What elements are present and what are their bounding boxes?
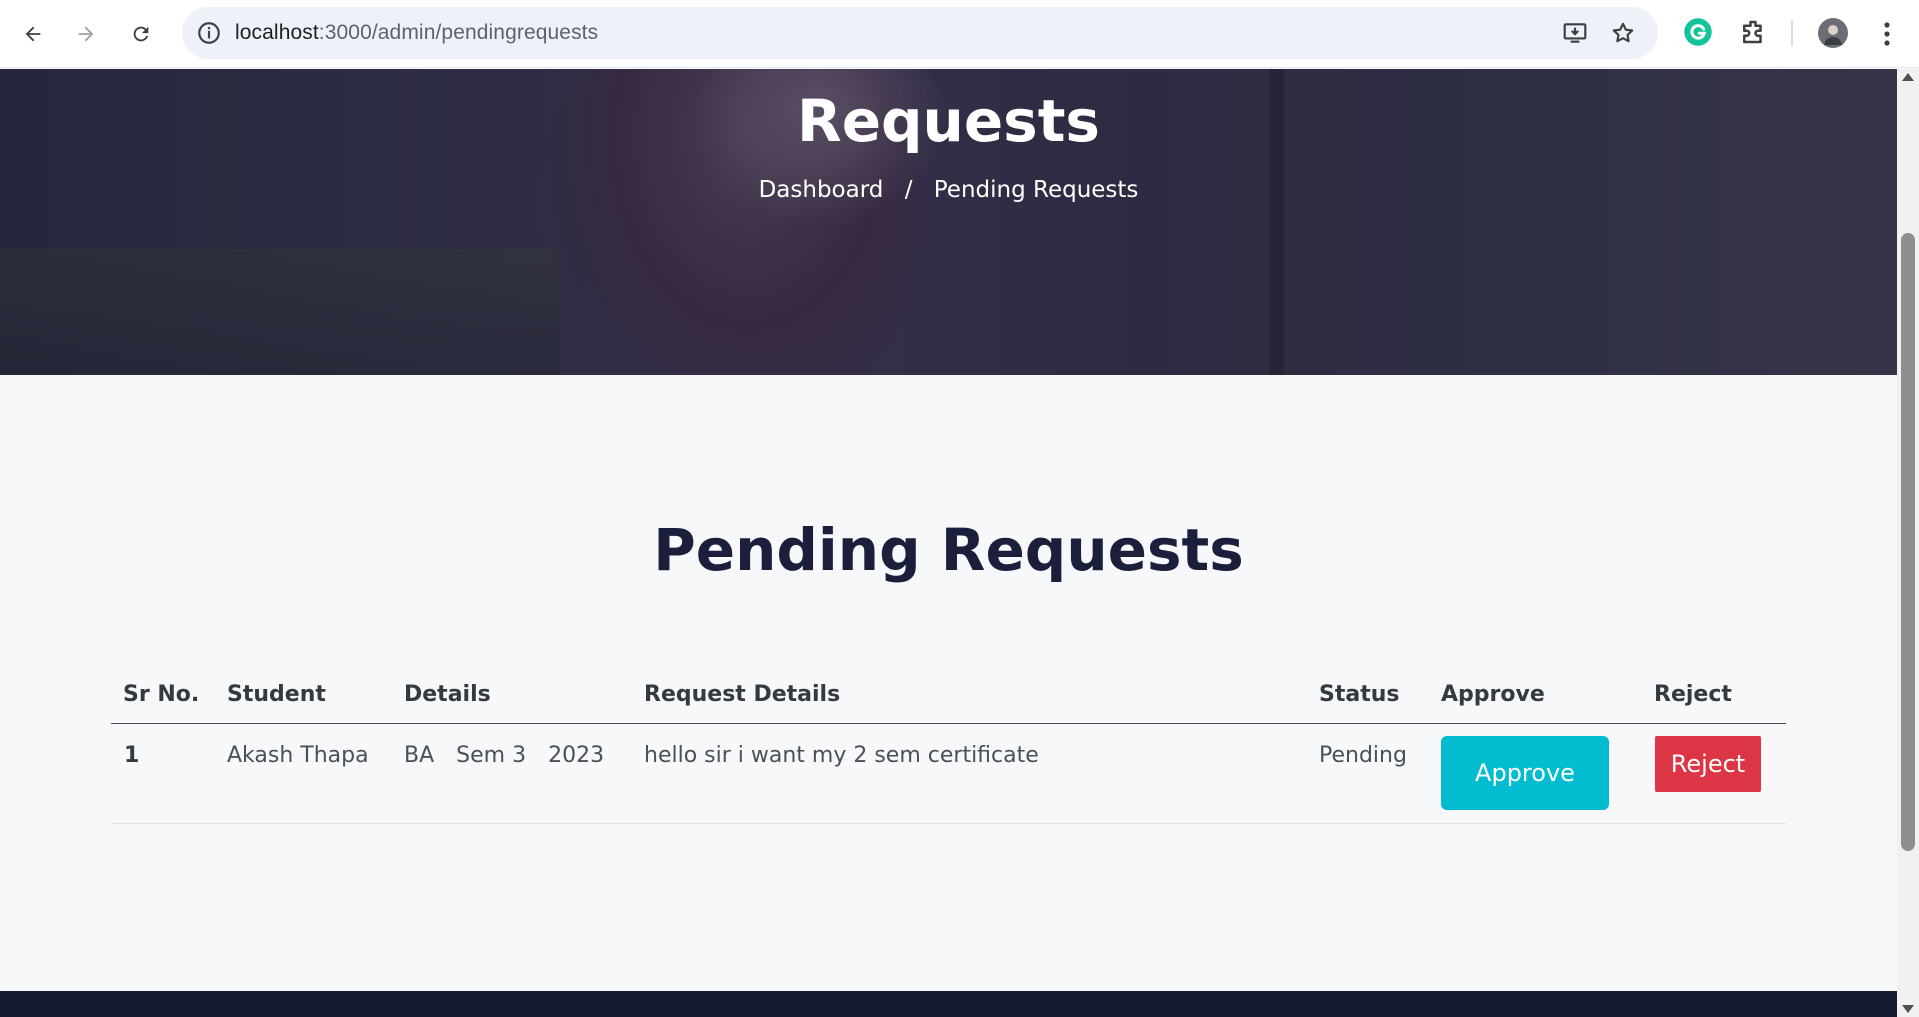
- menu-kebab-icon[interactable]: [1876, 19, 1898, 49]
- page-title: Pending Requests: [653, 516, 1244, 584]
- row-sr-no: 1: [124, 743, 140, 768]
- table-header: Sr No. Student Details Request Details S…: [111, 672, 1786, 724]
- browser-toolbar: localhost:3000/admin/pendingrequests: [0, 0, 1919, 68]
- header-reject: Reject: [1654, 682, 1732, 707]
- row-details-semester: Sem 3: [456, 743, 527, 768]
- breadcrumb-current: Pending Requests: [933, 177, 1139, 203]
- site-info-icon[interactable]: [196, 20, 222, 46]
- avatar-icon: [1824, 25, 1842, 45]
- header-sr-no: Sr No.: [123, 682, 200, 707]
- bookmark-star-icon[interactable]: [1610, 20, 1636, 46]
- url-host: localhost: [235, 21, 319, 44]
- header-status: Status: [1319, 682, 1400, 707]
- header-details: Details: [404, 682, 491, 707]
- reload-icon: [133, 26, 149, 42]
- scroll-thumb[interactable]: [1901, 233, 1915, 851]
- breadcrumb-dashboard-link[interactable]: Dashboard: [759, 177, 884, 203]
- header-request-details: Request Details: [644, 682, 841, 707]
- forward-icon: [78, 26, 94, 42]
- breadcrumb-separator: /: [904, 177, 913, 203]
- back-button[interactable]: [13, 14, 53, 54]
- extensions-icon[interactable]: [1738, 17, 1768, 47]
- row-student: Akash Thapa: [227, 743, 369, 768]
- approve-button[interactable]: Approve: [1441, 736, 1609, 810]
- header-student: Student: [227, 682, 326, 707]
- pending-requests-table: Sr No. Student Details Request Details S…: [111, 672, 1786, 824]
- footer: [0, 991, 1897, 1017]
- profile-avatar[interactable]: [1818, 18, 1848, 48]
- hero-title: Requests: [797, 87, 1100, 155]
- address-bar[interactable]: localhost:3000/admin/pendingrequests: [182, 7, 1658, 59]
- row-details-course: BA: [404, 743, 435, 768]
- reject-button[interactable]: Reject: [1655, 736, 1761, 792]
- header-approve: Approve: [1441, 682, 1545, 707]
- row-details: BA Sem 3 2023: [404, 743, 626, 768]
- back-icon: [25, 26, 41, 42]
- table-row: 1 Akash Thapa BA Sem 3 2023 hello sir i wa…: [111, 724, 1786, 824]
- breadcrumb: Dashboard / Pending Requests: [0, 177, 1897, 203]
- row-request-details: hello sir i want my 2 sem certificate: [644, 743, 1039, 768]
- page-scrollbar[interactable]: [1897, 69, 1919, 1017]
- scroll-up-arrow-icon[interactable]: [1902, 73, 1914, 81]
- row-status: Pending: [1319, 743, 1407, 768]
- toolbar-separator: [1791, 20, 1793, 46]
- reload-button[interactable]: [121, 14, 161, 54]
- hero-banner: Requests Dashboard / Pending Requests: [0, 69, 1897, 375]
- grammarly-icon[interactable]: [1683, 17, 1713, 47]
- url-text[interactable]: localhost:3000/admin/pendingrequests: [235, 21, 598, 45]
- url-path: :3000/admin/pendingrequests: [318, 21, 599, 44]
- install-app-icon[interactable]: [1562, 20, 1588, 46]
- row-details-year: 2023: [548, 743, 605, 768]
- scroll-down-arrow-icon[interactable]: [1902, 1005, 1914, 1013]
- forward-button[interactable]: [66, 14, 106, 54]
